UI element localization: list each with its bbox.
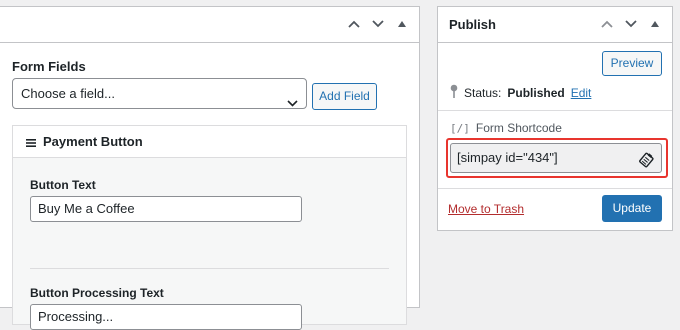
publish-panel: Publish Preview Status: Published Edit [… [437, 6, 673, 231]
form-shortcode-label: Form Shortcode [475, 121, 562, 135]
payment-button-body: Button Text Buy Me a Coffee Button Proce… [13, 158, 406, 330]
status-label: Status: [464, 85, 502, 100]
copy-clipboard-icon[interactable] [639, 150, 655, 178]
form-shortcode-row: [/] Form Shortcode [450, 121, 562, 135]
status-row: Status: Published Edit [450, 84, 591, 101]
shortcode-value: [simpay id="434"] [457, 150, 558, 165]
preview-button[interactable]: Preview [602, 51, 662, 76]
menu-icon [26, 136, 36, 151]
status-edit-link[interactable]: Edit [571, 86, 592, 100]
payment-button-title: Payment Button [43, 134, 143, 149]
publish-title: Publish [449, 17, 496, 32]
move-down-icon[interactable] [369, 15, 387, 33]
panel-controls [345, 15, 411, 33]
panel-controls [598, 15, 664, 33]
form-fields-label: Form Fields [12, 59, 86, 74]
divider [438, 110, 672, 111]
processing-text-label: Button Processing Text [30, 286, 164, 300]
payment-button-header[interactable]: Payment Button [13, 126, 406, 158]
payment-button-box: Payment Button Button Text Buy Me a Coff… [12, 125, 407, 330]
move-down-icon[interactable] [622, 15, 640, 33]
move-up-icon[interactable] [598, 15, 616, 33]
chevron-down-icon [287, 88, 298, 117]
shortcode-icon: [/] [450, 121, 470, 135]
field-select-value: Choose a field... [21, 86, 115, 101]
collapse-toggle-icon[interactable] [393, 15, 411, 33]
pin-icon [450, 84, 458, 101]
form-fields-panel: Form Fields Choose a field... Add Field … [0, 6, 420, 330]
add-field-button[interactable]: Add Field [312, 83, 377, 110]
button-text-label: Button Text [30, 178, 96, 192]
publish-header: Publish [438, 7, 672, 43]
update-button[interactable]: Update [602, 195, 662, 222]
panel-header [0, 7, 419, 43]
status-value: Published [507, 85, 565, 100]
divider [438, 188, 672, 189]
move-to-trash-link[interactable]: Move to Trash [448, 202, 524, 216]
button-text-input[interactable]: Buy Me a Coffee [30, 196, 302, 222]
divider [30, 268, 389, 269]
field-select[interactable]: Choose a field... [12, 78, 307, 109]
shortcode-field[interactable]: [simpay id="434"] [450, 143, 662, 173]
processing-text-input[interactable]: Processing... [30, 304, 302, 330]
collapse-toggle-icon[interactable] [646, 15, 664, 33]
move-up-icon[interactable] [345, 15, 363, 33]
